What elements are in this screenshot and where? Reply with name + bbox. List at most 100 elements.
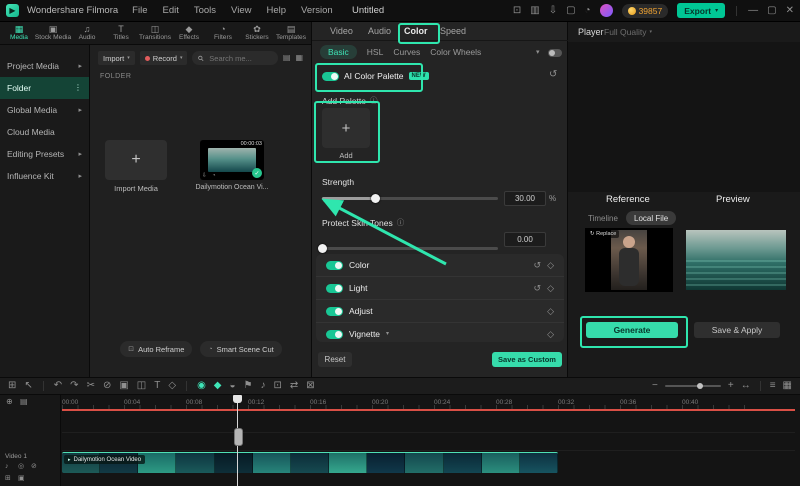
subtab-curves[interactable]: Curves: [393, 47, 420, 57]
manage-tracks-icon[interactable]: ▣: [18, 475, 25, 482]
add-palette-card[interactable]: +: [322, 108, 370, 148]
section-reset-icon[interactable]: ↺: [549, 70, 557, 80]
row-vignette[interactable]: Vignette ▾ ◇: [316, 323, 564, 345]
menu-tools[interactable]: Tools: [194, 5, 216, 16]
ai-color-icon[interactable]: ◆: [214, 381, 222, 391]
transition-icon[interactable]: ◫: [137, 381, 146, 391]
keyframe-icon[interactable]: ◇: [547, 306, 554, 316]
add-track-icon[interactable]: ⊕: [6, 398, 13, 406]
export-button[interactable]: Export ▾: [677, 3, 726, 18]
tab-transitions[interactable]: ◫ Transitions: [138, 22, 172, 45]
subtab-color-wheels[interactable]: Color Wheels: [430, 47, 481, 57]
keyframe-icon[interactable]: ◇: [547, 283, 554, 293]
zoom-out-icon[interactable]: −: [652, 381, 658, 391]
replace-chip[interactable]: ↻ Replace: [587, 230, 620, 238]
tab-effects[interactable]: ◆ Effects: [172, 22, 206, 45]
strength-slider[interactable]: [322, 194, 498, 203]
color-match-icon[interactable]: ◉: [197, 381, 206, 391]
compare-toggle[interactable]: [548, 49, 562, 57]
tab-stock-media[interactable]: ▣ Stock Media: [35, 22, 71, 45]
ai-palette-toggle[interactable]: [322, 71, 339, 81]
track-options-icon[interactable]: ▤: [20, 398, 28, 406]
text-icon[interactable]: T: [154, 381, 160, 391]
voiceover-icon[interactable]: ♪: [261, 381, 266, 391]
more-icon[interactable]: ⋮: [74, 84, 82, 92]
layout-icon[interactable]: ▥: [530, 5, 539, 16]
hide-track-icon[interactable]: ◎: [18, 463, 24, 470]
subtab-basic[interactable]: Basic: [320, 45, 357, 59]
menu-version[interactable]: Version: [301, 5, 333, 16]
subtab-hsl[interactable]: HSL: [367, 47, 384, 57]
strength-value-field[interactable]: 30.00: [504, 191, 546, 206]
expand-icon[interactable]: ▾: [386, 331, 389, 337]
clip-card[interactable]: 00:00:03 ⇩ ◔ ✓: [200, 140, 264, 180]
snapshot-icon[interactable]: ⊡: [274, 381, 282, 391]
avatar[interactable]: [599, 4, 613, 17]
playhead-handle[interactable]: [233, 395, 242, 403]
tab-titles[interactable]: T Titles: [104, 22, 138, 45]
clip-info-icon[interactable]: ◔: [212, 173, 216, 179]
list-view-icon[interactable]: ▦: [295, 54, 303, 62]
skin-slider[interactable]: [318, 244, 498, 253]
save-as-custom-button[interactable]: Save as Custom: [492, 352, 562, 367]
import-dropdown[interactable]: Import ▾: [98, 51, 135, 65]
tab-media[interactable]: ▦ Media: [2, 22, 36, 45]
tab-templates[interactable]: ▤ Templates: [274, 22, 308, 45]
color-toggle[interactable]: [326, 260, 343, 270]
reset-icon[interactable]: ↺: [534, 260, 542, 270]
mask-icon[interactable]: ◒: [230, 381, 236, 391]
search-box[interactable]: [192, 51, 278, 65]
tab-local-file[interactable]: Local File: [626, 211, 677, 225]
skin-value-field[interactable]: 0.00: [504, 232, 546, 247]
row-light[interactable]: Light ↺ ◇: [316, 277, 564, 300]
sidebar-item-project-media[interactable]: Project Media ▸: [0, 55, 89, 77]
tab-video[interactable]: Video: [330, 26, 353, 36]
notifications-icon[interactable]: ◔: [585, 5, 591, 16]
crop-icon[interactable]: ▣: [119, 381, 128, 391]
menu-edit[interactable]: Edit: [162, 5, 178, 16]
menu-file[interactable]: File: [132, 5, 147, 16]
close-button[interactable]: ✕: [786, 5, 794, 16]
zoom-in-icon[interactable]: +: [728, 381, 734, 391]
generate-button[interactable]: Generate: [586, 322, 678, 338]
lock-track-icon[interactable]: ⊘: [31, 463, 37, 470]
keyframe-icon[interactable]: ◇: [168, 381, 176, 391]
render-icon[interactable]: ⇄: [290, 381, 298, 391]
timeline-clip[interactable]: ▸ Dailymotion Ocean Video: [62, 452, 558, 473]
split-icon[interactable]: ✂: [87, 381, 95, 391]
sidebar-item-editing-presets[interactable]: Editing Presets ▸: [0, 143, 89, 165]
subtab-more-icon[interactable]: ▾: [536, 49, 540, 56]
sidebar-item-cloud-media[interactable]: Cloud Media: [0, 121, 89, 143]
reference-thumbnail[interactable]: ↻ Replace: [585, 228, 673, 292]
track-list-icon[interactable]: ≡: [770, 381, 776, 391]
fit-timeline-icon[interactable]: ↔: [741, 381, 751, 391]
tab-timeline-source[interactable]: Timeline: [588, 214, 618, 223]
record-dropdown[interactable]: Record ▾: [139, 51, 188, 65]
download-icon[interactable]: ⇩: [549, 5, 557, 16]
menu-view[interactable]: View: [231, 5, 251, 16]
tab-audio[interactable]: ♫ Audio: [70, 22, 104, 45]
auto-reframe-button[interactable]: ⊡ Auto Reframe: [120, 341, 193, 357]
adjust-toggle[interactable]: [326, 306, 343, 316]
smart-scene-cut-button[interactable]: ◔ Smart Scene Cut: [200, 341, 282, 357]
save-apply-button[interactable]: Save & Apply: [694, 322, 780, 338]
clip-download-icon[interactable]: ⇩: [202, 173, 207, 179]
row-color[interactable]: Color ↺ ◇: [316, 254, 564, 277]
workspace-icon[interactable]: ⊞: [8, 381, 16, 391]
zoom-slider-thumb[interactable]: [696, 383, 703, 389]
mute-track-icon[interactable]: ♪: [5, 463, 9, 470]
playhead-grip[interactable]: [234, 428, 243, 446]
redo-icon[interactable]: ↷: [70, 381, 78, 391]
keyframe-icon[interactable]: ◇: [547, 260, 554, 270]
reset-button[interactable]: Reset: [318, 352, 352, 367]
light-toggle[interactable]: [326, 283, 343, 293]
sidebar-item-influence-kit[interactable]: Influence Kit ▸: [0, 165, 89, 187]
menu-help[interactable]: Help: [266, 5, 286, 16]
minimize-button[interactable]: —: [748, 5, 758, 16]
quality-dropdown[interactable]: Full Quality ▾: [604, 27, 652, 37]
pointer-icon[interactable]: ↖: [24, 381, 32, 391]
new-folder-icon[interactable]: ⊞: [5, 475, 11, 482]
undo-icon[interactable]: ↶: [54, 381, 62, 391]
delete-icon[interactable]: ⊘: [103, 381, 111, 391]
sidebar-item-global-media[interactable]: Global Media ▸: [0, 99, 89, 121]
